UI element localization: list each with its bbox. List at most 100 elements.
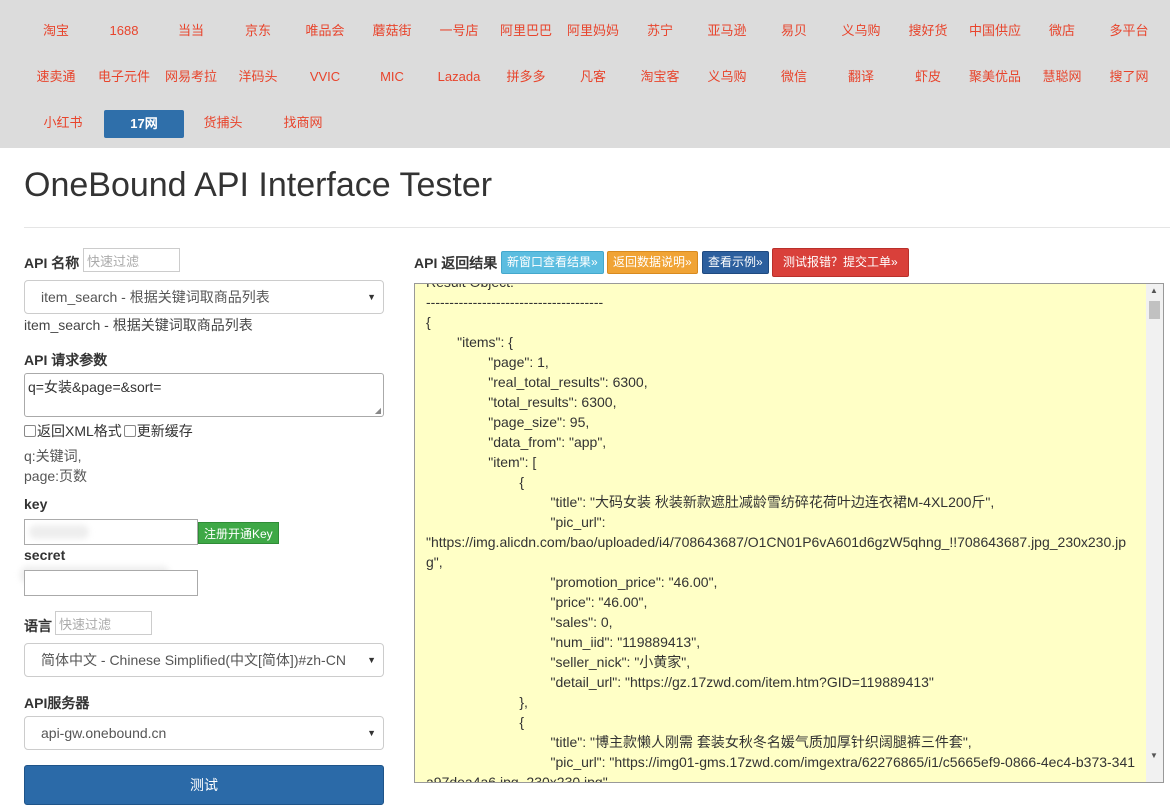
nav-link[interactable]: 翻译 — [828, 54, 894, 100]
register-key-button[interactable]: 注册开通Key — [198, 522, 279, 544]
nav-link[interactable]: 易贝 — [761, 8, 827, 54]
hint-q: q:关键词, — [24, 448, 82, 464]
nav-link[interactable]: 义乌购 — [694, 54, 760, 100]
page-title: OneBound API Interface Tester — [24, 166, 493, 204]
result-line: "price": "46.00", — [426, 594, 648, 610]
nav-link[interactable]: 苏宁 — [627, 8, 693, 54]
nav-link[interactable]: 微信 — [761, 54, 827, 100]
language-filter-input[interactable]: 快速过滤 — [55, 611, 152, 635]
nav-link[interactable]: 聚美优品 — [962, 54, 1028, 100]
nav-link[interactable]: 洋码头 — [225, 54, 291, 100]
nav-link[interactable]: 一号店 — [426, 8, 492, 54]
result-line: "item": [ — [426, 454, 537, 470]
secret-label: secret — [24, 547, 66, 563]
nav-link[interactable]: 搜了网 — [1096, 54, 1162, 100]
scrollbar-thumb[interactable] — [1149, 301, 1160, 319]
platform-nav: 淘宝 1688 当当 京东 唯品会 蘑菇街 一号店 阿里巴巴 阿里妈妈 苏宁 亚马逊 易贝 义乌购 搜好货… — [0, 0, 1170, 148]
result-line: "pic_url": — [426, 514, 606, 530]
data-description-button[interactable]: 返回数据说明» — [607, 251, 698, 274]
nav-link[interactable]: Lazada — [426, 54, 492, 100]
nav-link[interactable]: 唯品会 — [292, 8, 358, 54]
result-line: "sales": 0, — [426, 614, 613, 630]
xml-checkbox-label: 返回XML格式 — [37, 423, 122, 439]
nav-link[interactable]: 慧聪网 — [1029, 54, 1095, 100]
options-row: 返回XML格式 更新缓存 — [24, 421, 193, 441]
nav-link[interactable]: MIC — [359, 54, 425, 100]
secret-input[interactable] — [24, 570, 198, 596]
view-example-button[interactable]: 查看示例» — [702, 251, 769, 274]
chevron-down-icon: ▼ — [367, 728, 376, 738]
nav-link[interactable]: 网易考拉 — [158, 54, 224, 100]
title-divider — [24, 227, 1170, 228]
nav-link[interactable]: 中国供应 — [962, 8, 1028, 54]
api-select[interactable]: item_search - 根据关键词取商品列表 ▼ — [24, 280, 384, 314]
test-button[interactable]: 测试 — [24, 765, 384, 805]
nav-link[interactable]: 蘑菇街 — [359, 8, 425, 54]
nav-link[interactable]: 义乌购 — [828, 8, 894, 54]
chevron-down-icon: ▼ — [367, 655, 376, 665]
nav-link[interactable]: 微店 — [1029, 8, 1095, 54]
nav-link[interactable]: 虾皮 — [895, 54, 961, 100]
result-scrollbar[interactable]: ▲ ▼ — [1146, 284, 1163, 782]
server-label: API服务器 — [24, 695, 90, 711]
nav-row-3: 小红书 17网 货捕头 找商网 — [0, 100, 1170, 146]
language-select[interactable]: 简体中文 - Chinese Simplified(中文[简体])#zh-CN … — [24, 643, 384, 677]
server-select[interactable]: api-gw.onebound.cn ▼ — [24, 716, 384, 750]
nav-link[interactable]: 找商网 — [270, 100, 336, 146]
result-line: "https://img.alicdn.com/bao/uploaded/i4/… — [426, 534, 1127, 570]
result-line: { — [426, 314, 431, 330]
new-window-button[interactable]: 新窗口查看结果» — [501, 251, 604, 274]
result-line: "pic_url": "https://img01-gms.17zwd.com/… — [426, 754, 1136, 783]
result-panel[interactable]: Result Object: --------------------------… — [414, 283, 1164, 783]
result-line: -------------------------------------- — [426, 294, 604, 310]
result-line: }, — [426, 694, 528, 710]
nav-link[interactable]: 京东 — [225, 8, 291, 54]
nav-row-2: 速卖通 电子元件 网易考拉 洋码头 VVIC MIC Lazada 拼多多 凡客 淘宝客 义乌购 微信… — [0, 54, 1170, 100]
nav-link[interactable]: 速卖通 — [23, 54, 89, 100]
result-line: "title": "大码女装 秋装新款遮肚减龄雪纺碎花荷叶边连衣裙M-4XL20… — [426, 494, 995, 510]
nav-link[interactable]: VVIC — [292, 54, 358, 100]
resize-grip-icon[interactable]: ◢ — [375, 406, 381, 415]
language-label: 语言 — [24, 618, 52, 634]
nav-link[interactable]: 拼多多 — [493, 54, 559, 100]
result-line: "detail_url": "https://gz.17zwd.com/item… — [426, 674, 934, 690]
result-line: "promotion_price": "46.00", — [426, 574, 718, 590]
nav-link[interactable]: 凡客 — [560, 54, 626, 100]
result-line: Result Object: — [426, 284, 1141, 292]
key-input[interactable] — [24, 519, 198, 545]
api-select-value: item_search - 根据关键词取商品列表 — [41, 289, 270, 305]
nav-link[interactable]: 搜好货 — [895, 8, 961, 54]
api-filter-input[interactable]: 快速过滤 — [83, 248, 180, 272]
nav-link[interactable]: 淘宝 — [23, 8, 89, 54]
nav-link[interactable]: 阿里妈妈 — [560, 8, 626, 54]
result-line: "total_results": 6300, — [426, 394, 617, 410]
scroll-down-icon[interactable]: ▼ — [1150, 751, 1158, 760]
result-label: API 返回结果 — [414, 255, 498, 271]
nav-link[interactable]: 1688 — [91, 8, 157, 54]
xml-checkbox[interactable] — [24, 425, 36, 437]
result-line: { — [426, 714, 525, 730]
nav-link[interactable]: 多平台 — [1096, 8, 1162, 54]
result-line: "items": { — [426, 334, 513, 350]
server-select-value: api-gw.onebound.cn — [41, 725, 167, 741]
chevron-down-icon: ▼ — [367, 292, 376, 302]
nav-link-active[interactable]: 17网 — [104, 110, 184, 138]
params-value: q=女装&page=&sort= — [28, 379, 162, 395]
nav-link[interactable]: 亚马逊 — [694, 8, 760, 54]
nav-link[interactable]: 小红书 — [30, 100, 96, 146]
cache-checkbox[interactable] — [123, 425, 136, 437]
nav-link[interactable]: 电子元件 — [91, 54, 157, 100]
result-line: "page": 1, — [426, 354, 549, 370]
nav-link[interactable]: 当当 — [158, 8, 224, 54]
result-line: "num_iid": "119889413", — [426, 634, 701, 650]
hint-page: page:页数 — [24, 468, 88, 484]
result-line: "real_total_results": 6300, — [426, 374, 648, 390]
nav-link[interactable]: 淘宝客 — [627, 54, 693, 100]
nav-link[interactable]: 货捕头 — [190, 100, 256, 146]
nav-link[interactable]: 阿里巴巴 — [493, 8, 559, 54]
report-error-button[interactable]: 测试报错？提交工单» — [772, 248, 909, 277]
result-line: "seller_nick": "小黄家", — [426, 654, 691, 670]
nav-row-1: 淘宝 1688 当当 京东 唯品会 蘑菇街 一号店 阿里巴巴 阿里妈妈 苏宁 亚马逊 易贝 义乌购 搜好货… — [0, 8, 1170, 54]
params-textarea[interactable]: q=女装&page=&sort= ◢ — [24, 373, 384, 417]
scroll-up-icon[interactable]: ▲ — [1150, 286, 1158, 295]
